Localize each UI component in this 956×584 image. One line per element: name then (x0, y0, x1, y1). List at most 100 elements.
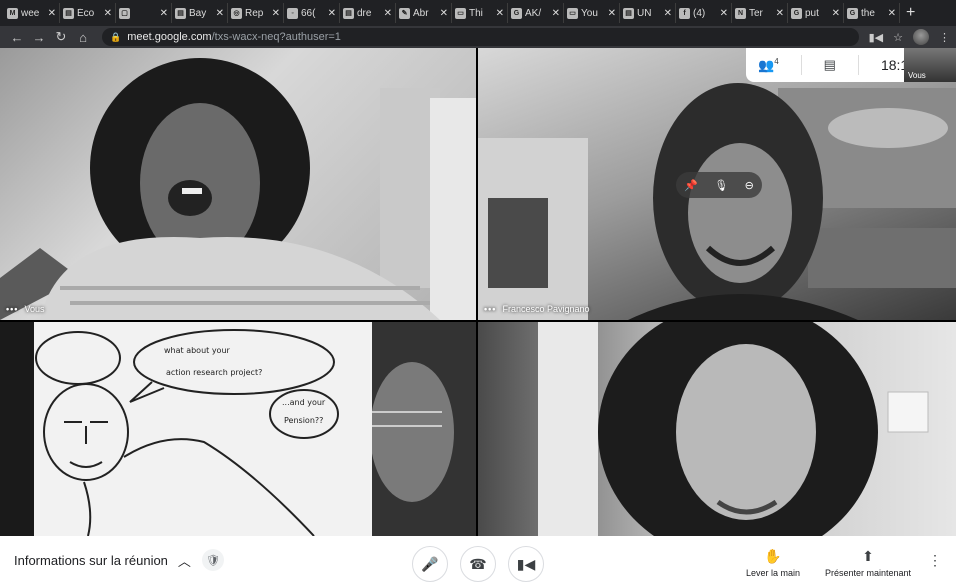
raise-hand-label: Lever la main (746, 568, 801, 578)
meeting-control-bar: Informations sur la réunion ︿ 🛡 🎤 ☎ ▮◀ ✋… (0, 536, 956, 584)
browser-tab[interactable]: f (4) ✕ (676, 3, 732, 23)
remove-participant-icon[interactable]: ⊖ (745, 179, 754, 192)
participants-count: 4 (774, 56, 779, 66)
close-tab-icon[interactable]: ✕ (384, 8, 392, 19)
tab-title: UN (637, 7, 652, 19)
host-controls-shield-icon[interactable]: 🛡 (202, 549, 224, 571)
chat-icon[interactable]: ▤ (824, 57, 836, 73)
tab-title: the (861, 7, 875, 19)
participant-video (0, 58, 476, 320)
self-view-thumbnail[interactable]: Vous (904, 48, 956, 82)
hand-icon: ✋ (764, 548, 782, 564)
browser-menu-icon[interactable]: ⋮ (939, 31, 950, 44)
drawing-board: what about your action research project?… (34, 322, 372, 536)
browser-tab[interactable]: ▭ Thi ✕ (452, 3, 508, 23)
speech-bubble-text: what about your (164, 346, 230, 355)
divider (857, 55, 859, 75)
leave-call-button[interactable]: ☎ (460, 546, 496, 582)
browser-tab[interactable]: Gput ✕ (788, 3, 844, 23)
raise-hand-button[interactable]: ✋ Lever la main (746, 548, 800, 578)
video-tile-drawing[interactable]: what about your action research project?… (0, 322, 476, 536)
close-tab-icon[interactable]: ✕ (216, 8, 224, 19)
participant-name-tag: ••• Vous (6, 304, 44, 314)
tab-title: You (581, 7, 598, 19)
tab-favicon-icon: G (511, 7, 522, 19)
speech-bubble-text: ...and your (282, 398, 326, 407)
tab-favicon-icon: ▤ (63, 7, 74, 19)
tab-favicon-icon: N (735, 7, 746, 19)
close-tab-icon[interactable]: ✕ (440, 8, 448, 19)
participants-icon[interactable]: 👥4 (758, 57, 779, 73)
tab-favicon-icon: G (791, 7, 802, 19)
close-tab-icon[interactable]: ✕ (776, 8, 784, 19)
tab-favicon-icon: f (679, 7, 690, 19)
close-tab-icon[interactable]: ✕ (888, 8, 896, 19)
browser-tab[interactable]: G AK/ ✕ (508, 3, 564, 23)
home-icon[interactable]: ⌂ (72, 30, 94, 45)
tile-hover-controls: 📌 🎙 ⊖ (676, 172, 762, 198)
divider (800, 55, 802, 75)
close-tab-icon[interactable]: ✕ (832, 8, 840, 19)
back-icon[interactable]: ← (6, 30, 28, 45)
close-tab-icon[interactable]: ✕ (552, 8, 560, 19)
browser-tab[interactable]: Gthe ✕ (844, 3, 900, 23)
close-tab-icon[interactable]: ✕ (608, 8, 616, 19)
browser-tab[interactable]: ✎ Abr ✕ (396, 3, 452, 23)
meeting-info-toggle[interactable]: Informations sur la réunion ︿ (14, 551, 191, 570)
tab-favicon-icon: ▭ (567, 7, 578, 19)
close-tab-icon[interactable]: ✕ (496, 8, 504, 19)
speech-bubble-text: action research project? (166, 368, 263, 377)
pin-icon[interactable]: 📌 (684, 179, 698, 192)
tab-title: (4) (693, 7, 706, 19)
present-now-button[interactable]: ⬆ Présenter maintenant (825, 548, 911, 578)
url-path: /txs-wacx-neq?authuser=1 (211, 31, 341, 43)
browser-tab-bar: Mwee ✕ ▤ Éco ✕ ▢ ✕ ▤ Bay ✕ ◎ Rep ✕ ◦ 66(✕ ▤ dre ✕ ✎ Abr ✕ ▭ Th… (0, 0, 956, 26)
camera-button[interactable]: ▮◀ (508, 546, 544, 582)
forward-icon[interactable]: → (28, 30, 50, 45)
meeting-info-label: Informations sur la réunion (14, 552, 168, 568)
url-host: meet.google.com (127, 31, 212, 43)
tab-favicon-icon: ✎ (399, 7, 410, 19)
tab-favicon-icon: ▢ (119, 7, 130, 19)
browser-tab[interactable]: ▤ Bay ✕ (172, 3, 228, 23)
more-options-icon[interactable]: ⋮ (928, 552, 942, 569)
more-options-icon[interactable]: ••• (484, 304, 496, 314)
tab-title: Ter (749, 7, 763, 19)
browser-tab[interactable]: ▭ You ✕ (564, 3, 620, 23)
browser-tab[interactable]: Mwee ✕ (4, 3, 60, 23)
tab-title: Bay (189, 7, 207, 19)
browser-tab[interactable]: N Ter ✕ (732, 3, 788, 23)
participant-video (372, 322, 476, 536)
close-tab-icon[interactable]: ✕ (48, 8, 56, 19)
close-tab-icon[interactable]: ✕ (720, 8, 728, 19)
browser-tab[interactable]: ▤ Éco ✕ (60, 3, 116, 23)
browser-tab[interactable]: ▤ dre ✕ (340, 3, 396, 23)
microphone-button[interactable]: 🎤 (412, 546, 448, 582)
reload-icon[interactable]: ↻ (50, 29, 72, 45)
tab-favicon-icon: ◦ (287, 7, 298, 19)
browser-tab[interactable]: ◦ 66( ✕ (284, 3, 340, 23)
video-tile-participant[interactable] (478, 322, 956, 536)
tab-title: Abr (413, 7, 429, 19)
bookmark-star-icon[interactable]: ☆ (893, 31, 903, 44)
browser-tab[interactable]: ▢ ✕ (116, 3, 172, 23)
new-tab-icon[interactable]: + (906, 4, 915, 22)
url-field[interactable]: 🔒 meet.google.com/txs-wacx-neq?authuser=… (102, 28, 859, 46)
profile-avatar-icon[interactable] (913, 29, 929, 45)
close-tab-icon[interactable]: ✕ (104, 8, 112, 19)
browser-tab[interactable]: ◎ Rep ✕ (228, 3, 284, 23)
mute-participant-icon[interactable]: 🎙 (714, 179, 728, 192)
close-tab-icon[interactable]: ✕ (328, 8, 336, 19)
browser-tab[interactable]: ▤ UN ✕ (620, 3, 676, 23)
video-tile-self[interactable]: ••• Vous (0, 48, 476, 320)
tab-favicon-icon: ▤ (175, 7, 186, 19)
close-tab-icon[interactable]: ✕ (272, 8, 280, 19)
more-options-icon[interactable]: ••• (6, 304, 18, 314)
present-screen-icon: ⬆ (862, 548, 874, 564)
close-tab-icon[interactable]: ✕ (664, 8, 672, 19)
self-view-label: Vous (908, 71, 926, 80)
tab-title: 66( (301, 7, 316, 19)
chevron-up-icon: ︿ (177, 553, 191, 569)
camera-indicator-icon[interactable]: ▮◀ (869, 31, 884, 44)
close-tab-icon[interactable]: ✕ (160, 8, 168, 19)
